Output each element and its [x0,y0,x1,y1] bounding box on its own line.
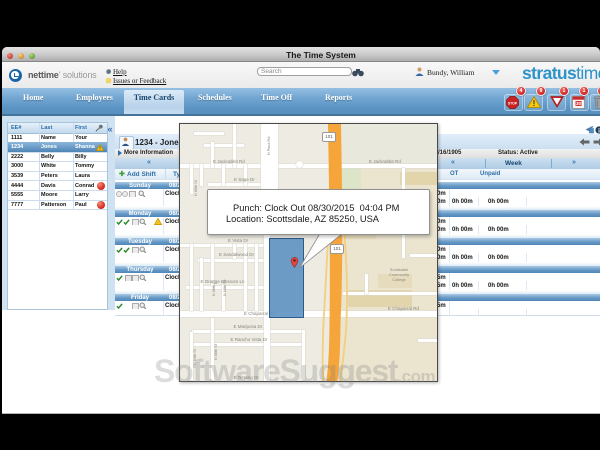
svg-text:30: 30 [576,101,582,106]
svg-text:STOP: STOP [508,101,518,105]
svg-text:!: ! [533,99,536,108]
svg-text:!: ! [99,146,101,151]
